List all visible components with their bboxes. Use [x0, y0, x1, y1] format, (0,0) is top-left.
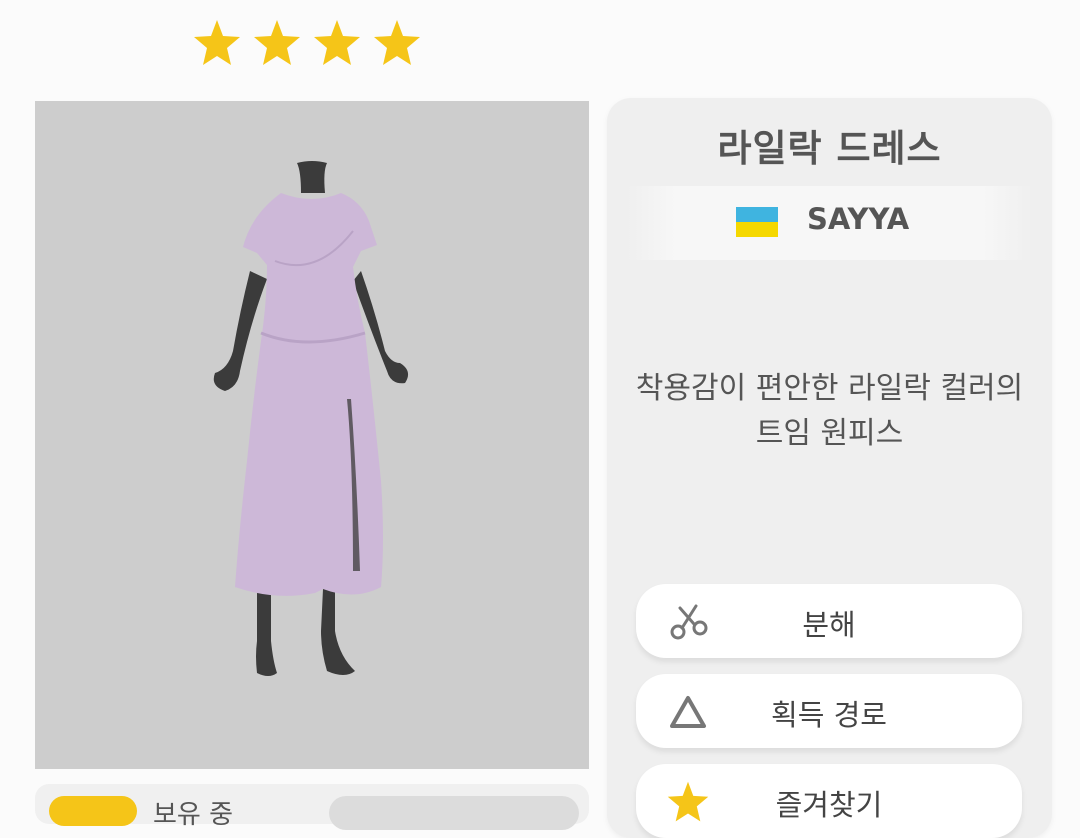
brand-name: SAYYA: [807, 202, 910, 236]
owned-count-chip: [49, 796, 137, 826]
acquisition-path-button[interactable]: 획득 경로: [636, 674, 1022, 748]
star-icon: [374, 20, 420, 65]
star-icon: [254, 20, 300, 65]
owned-label: 보유 중: [153, 800, 234, 830]
item-description: 착용감이 편안한 라일락 컬러의 트임 원피스: [617, 366, 1042, 456]
item-preview[interactable]: [35, 101, 589, 769]
favorite-label: 즐겨찾기: [775, 788, 883, 822]
description-line-2: 트임 원피스: [755, 416, 904, 451]
disassemble-button[interactable]: 분해: [636, 584, 1022, 658]
dress-on-mannequin-image: [213, 161, 409, 676]
description-line-1: 착용감이 편안한 라일락 컬러의: [635, 371, 1024, 406]
star-icon: [194, 20, 240, 65]
ukraine-flag-icon: [736, 207, 778, 237]
brand-row: SAYYA: [627, 186, 1032, 260]
owned-quantity-pill[interactable]: [329, 796, 579, 830]
acquisition-path-label: 획득 경로: [771, 698, 887, 732]
owned-status-bar: 보유 중: [35, 784, 589, 830]
item-info-panel: 라일락 드레스 SAYYA 착용감이 편안한 라일락 컬러의 트임 원피스 분해…: [607, 98, 1052, 838]
item-name: 라일락 드레스: [717, 127, 942, 170]
rarity-stars: [192, 18, 422, 68]
disassemble-label: 분해: [802, 608, 856, 642]
favorite-button[interactable]: 즐겨찾기: [636, 764, 1022, 838]
star-icon: [314, 20, 360, 65]
